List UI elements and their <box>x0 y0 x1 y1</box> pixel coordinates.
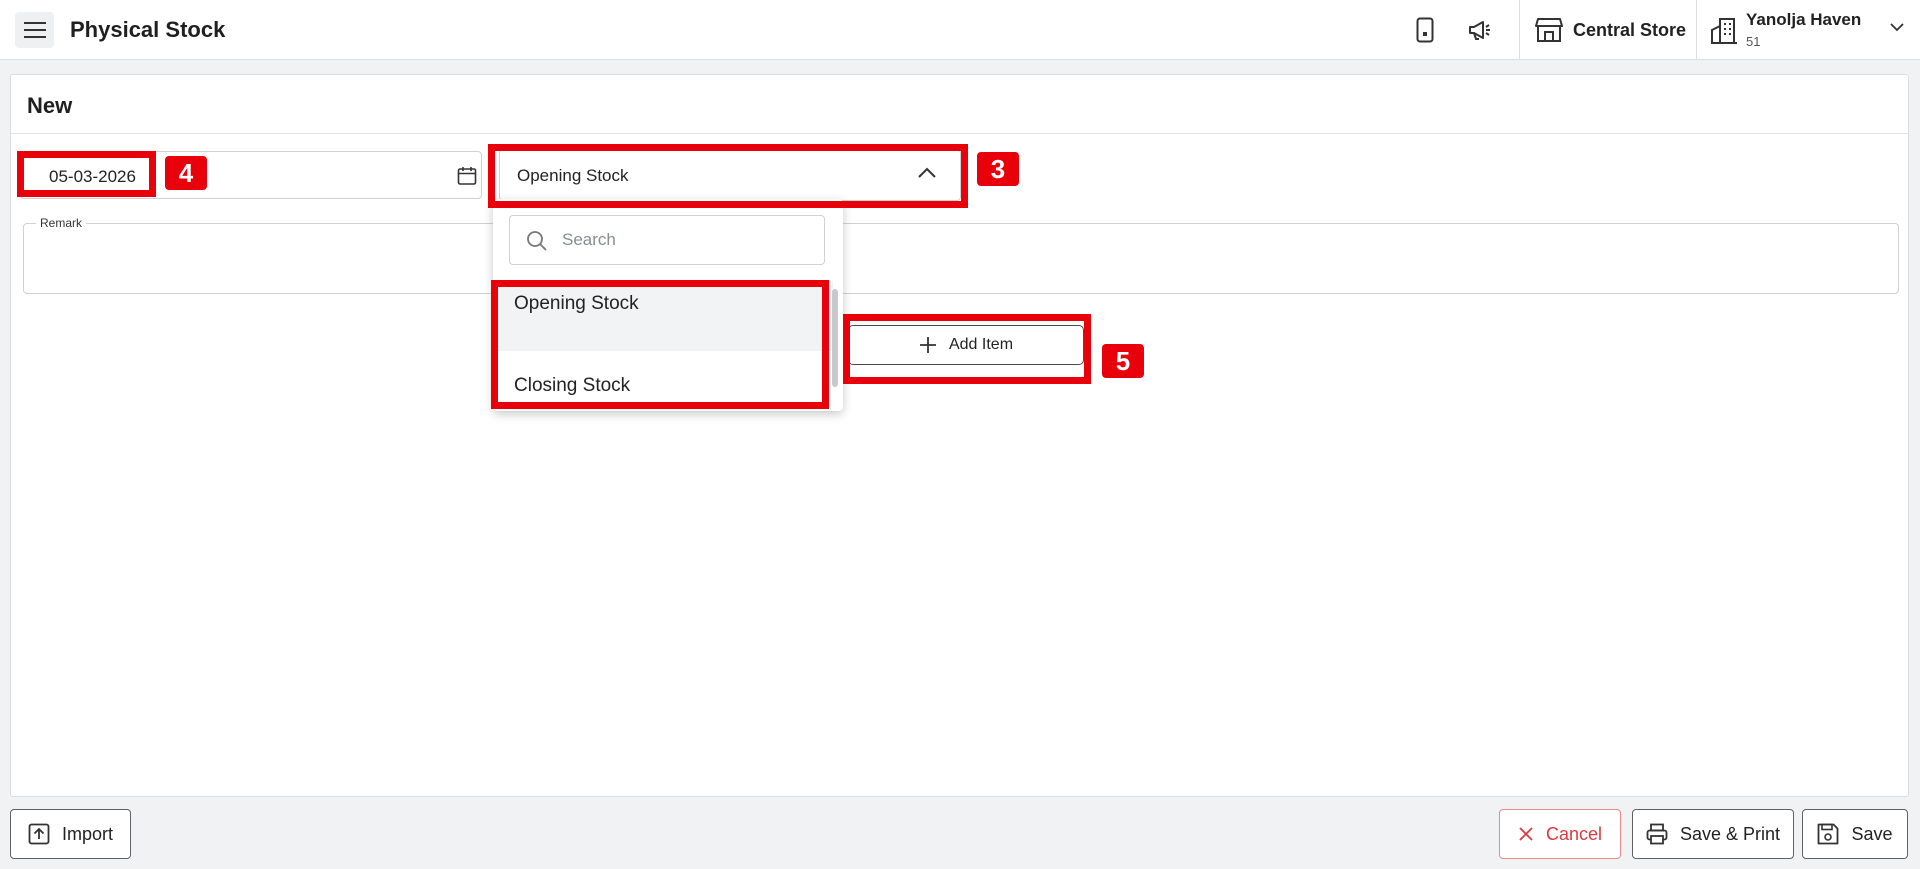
header-divider <box>1696 0 1697 60</box>
save-print-button[interactable]: Save & Print <box>1632 809 1794 859</box>
divider <box>11 133 1908 134</box>
user-menu[interactable]: Yanolja Haven 51 <box>1708 8 1908 52</box>
user-name: Yanolja Haven <box>1746 10 1862 29</box>
store-selector[interactable]: Central Store <box>1535 15 1686 45</box>
hamburger-icon <box>23 22 46 38</box>
dropdown-search <box>509 215 825 265</box>
calendar-icon[interactable] <box>457 166 477 186</box>
form-title: New <box>27 93 73 118</box>
header-divider <box>1519 0 1520 60</box>
upload-icon <box>28 823 50 845</box>
mobile-phone-icon <box>1416 17 1434 43</box>
menu-button[interactable] <box>15 12 54 48</box>
dropdown-search-input[interactable] <box>562 228 802 252</box>
annotation-tag-3: 3 <box>977 152 1019 186</box>
annotation-box-4 <box>17 151 156 197</box>
announcements-button[interactable] <box>1466 16 1494 44</box>
building-icon <box>1711 18 1737 44</box>
cancel-label: Cancel <box>1545 823 1603 844</box>
save-label: Save <box>1851 823 1893 844</box>
storefront-icon <box>1535 18 1563 42</box>
top-bar: Physical Stock Central Store Yanolja Hav… <box>0 0 1920 60</box>
import-label: Import <box>61 823 113 844</box>
annotation-box-3 <box>488 144 968 208</box>
save-print-label: Save & Print <box>1679 823 1781 844</box>
import-button[interactable]: Import <box>10 809 131 859</box>
remark-field[interactable]: Remark <box>23 216 1899 294</box>
store-name: Central Store <box>1573 19 1687 40</box>
annotation-box-options <box>491 280 829 409</box>
user-id: 51 <box>1746 34 1761 49</box>
floppy-disk-icon <box>1818 823 1839 845</box>
megaphone-icon <box>1469 21 1490 40</box>
mobile-app-button[interactable] <box>1411 16 1439 44</box>
save-button[interactable]: Save <box>1802 809 1908 859</box>
annotation-tag-4: 4 <box>165 156 207 190</box>
dropdown-scrollbar[interactable] <box>832 281 838 397</box>
remark-label: Remark <box>36 216 87 230</box>
annotation-tag-5: 5 <box>1102 344 1144 378</box>
annotation-box-5 <box>843 314 1091 384</box>
chevron-down-icon <box>1890 23 1904 32</box>
cancel-button[interactable]: Cancel <box>1499 809 1621 859</box>
close-icon <box>1519 827 1533 841</box>
page-title: Physical Stock <box>70 17 226 42</box>
scrollbar-thumb[interactable] <box>832 289 838 387</box>
printer-icon <box>1646 823 1668 845</box>
search-icon <box>527 231 547 251</box>
